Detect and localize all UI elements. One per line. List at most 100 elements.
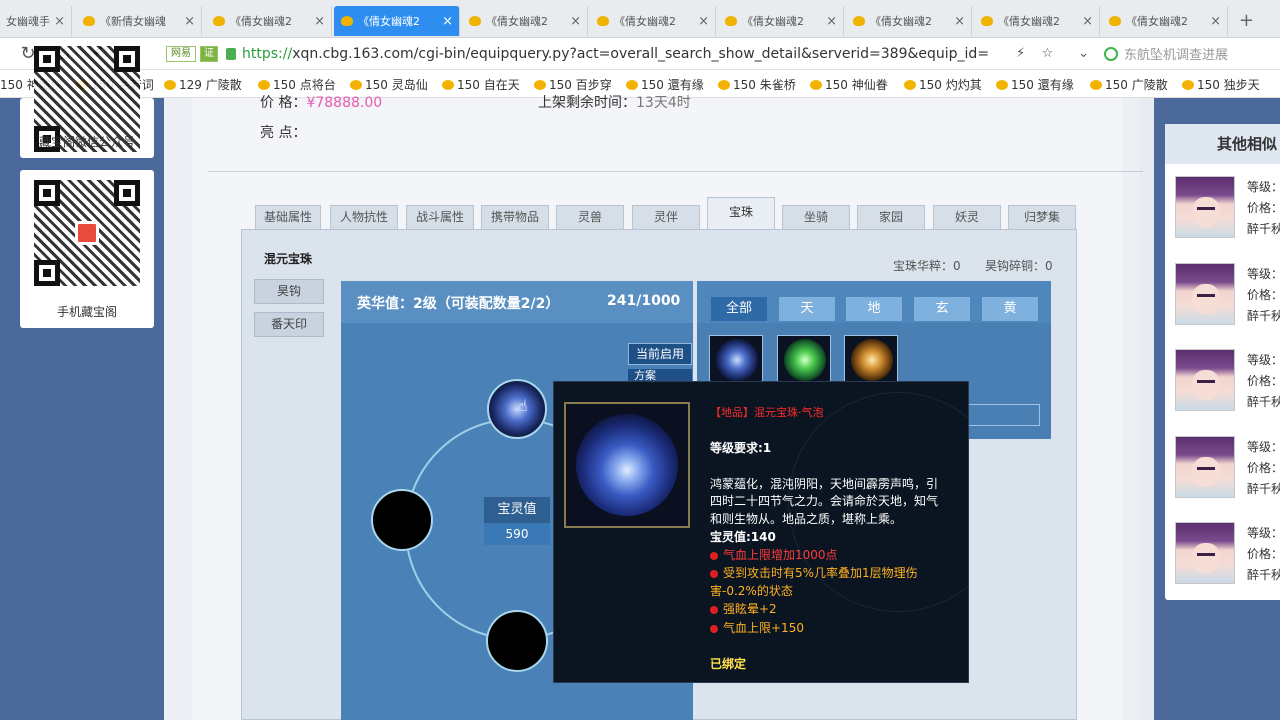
current-enabled-button[interactable]: 当前启用 (628, 343, 692, 365)
filter-tab-di[interactable]: 地 (846, 297, 902, 321)
bookmark-item[interactable]: 150 广陵散 (1090, 76, 1168, 93)
close-icon[interactable]: × (314, 14, 325, 29)
orb-item[interactable] (777, 335, 831, 385)
close-icon[interactable]: × (1210, 14, 1221, 29)
url-field[interactable]: 网易 证 https://xqn.cbg.163.com/cgi-bin/equ… (166, 42, 1066, 66)
side-tab-fantianyin[interactable]: 番天印 (254, 312, 324, 337)
new-tab-button[interactable]: + (1239, 10, 1254, 31)
browser-tab[interactable]: 《新倩女幽魂 × (76, 6, 202, 36)
close-icon[interactable]: × (698, 14, 709, 29)
browser-tab[interactable]: 《倩女幽魂2 × (590, 6, 716, 36)
tab-orbs[interactable]: 宝珠 (707, 197, 775, 229)
tab-guimeng[interactable]: 归梦集 (1008, 205, 1076, 229)
filter-tab-xuan[interactable]: 玄 (914, 297, 970, 321)
bookmark-item[interactable]: 150 還有缘 (626, 76, 704, 93)
browser-tab[interactable]: 《倩女幽魂2 × (846, 6, 972, 36)
orb-icon (576, 414, 678, 516)
tab-favicon-icon (596, 15, 610, 27)
price-value: ¥78888.00 (306, 95, 383, 111)
tab-favicon-icon (468, 15, 482, 27)
close-icon[interactable]: × (570, 14, 581, 29)
bookmark-item[interactable]: 150 還有缘 (996, 76, 1074, 93)
search-suggestion[interactable]: 东航坠机调查进展 (1104, 44, 1228, 63)
bookmark-item[interactable]: 129 广陵散 (164, 76, 242, 93)
bookmark-item[interactable]: 150 灵岛仙 (350, 76, 428, 93)
bookmark-item[interactable]: 150 灼灼其 (904, 76, 982, 93)
bookmark-item[interactable]: 150 朱雀桥 (718, 76, 796, 93)
browser-tab[interactable]: 女幽魂手 × (0, 6, 72, 36)
tab-combat[interactable]: 战斗属性 (406, 205, 474, 229)
tab-favicon-icon (852, 15, 866, 27)
close-icon[interactable]: × (54, 14, 65, 29)
similar-level: 等级： (1247, 526, 1280, 540)
bookmark-item[interactable]: 150 独步天 (1182, 76, 1260, 93)
tab-home[interactable]: 家园 (857, 205, 925, 229)
site-badge: 网易 (166, 46, 196, 62)
bookmark-item[interactable]: 150 点将台 (258, 76, 336, 93)
address-bar: ↻ ⌂ ↶ ☆ 网易 证 https://xqn.cbg.163.com/cgi… (0, 38, 1280, 70)
orb-slot-empty[interactable] (486, 610, 548, 672)
attr-text: 气血上限增加1000点 (723, 548, 838, 562)
left-sidebar: 藏宝阁微信公众号 手机藏宝阁 (0, 46, 164, 720)
similar-item[interactable]: 等级： 价格： 醉千秋 (1175, 263, 1280, 327)
close-icon[interactable]: × (1082, 14, 1093, 29)
bookmark-favicon-icon (810, 79, 822, 90)
tab-yaoling[interactable]: 妖灵 (933, 205, 1001, 229)
browser-tab[interactable]: 《倩女幽魂2 × (974, 6, 1100, 36)
bookmark-item[interactable]: 150 百步穿 (534, 76, 612, 93)
similar-level: 等级： (1247, 267, 1280, 281)
close-icon[interactable]: × (826, 14, 837, 29)
similar-item[interactable]: 等级： 价格： 醉千秋 (1175, 349, 1280, 413)
orb-slot-empty[interactable] (371, 489, 433, 551)
wechat-qr-card: 藏宝阁微信公众号 (20, 46, 154, 158)
similar-item[interactable]: 等级： 价格： 醉千秋 (1175, 176, 1280, 240)
tooltip-attr: 气血上限+150 (710, 619, 804, 636)
chevron-down-icon[interactable]: ⌄ (1078, 46, 1089, 61)
close-icon[interactable]: × (184, 14, 195, 29)
bookmark-item[interactable]: 150 神仙眷 (810, 76, 888, 93)
similar-item[interactable]: 等级： 价格： 醉千秋 (1175, 522, 1280, 586)
close-icon[interactable]: × (442, 14, 453, 29)
tab-mount[interactable]: 坐骑 (782, 205, 850, 229)
bookmark-item[interactable]: 150 自在天 (442, 76, 520, 93)
url-path: xqn.cbg.163.com/cgi-bin/equipquery.py?ac… (292, 46, 990, 62)
similar-item[interactable]: 等级： 价格： 醉千秋 (1175, 436, 1280, 500)
browser-tab[interactable]: 《倩女幽魂2 × (1102, 6, 1228, 36)
close-icon[interactable]: × (954, 14, 965, 29)
orb-item[interactable] (844, 335, 898, 385)
tab-items[interactable]: 携带物品 (481, 205, 549, 229)
side-tab-haogou[interactable]: 昊钩 (254, 279, 324, 304)
tab-resistance[interactable]: 人物抗性 (330, 205, 398, 229)
tooltip-attr: 受到攻击时有5%几率叠加1层物理伤 (710, 564, 918, 581)
mobile-qr-card: 手机藏宝阁 (20, 170, 154, 328)
filter-tab-tian[interactable]: 天 (779, 297, 835, 321)
orb-item[interactable] (709, 335, 763, 385)
browser-tab-bar: 女幽魂手 × 《新倩女幽魂 × 《倩女幽魂2 × 《倩女幽魂2 × 《倩女幽魂2 × 《倩… (0, 0, 1280, 38)
browser-tab[interactable]: 《倩女幽魂2 × (462, 6, 588, 36)
address-actions: ⚡ ☆ ⌄ (1016, 46, 1089, 61)
browser-tab-active[interactable]: 《倩女幽魂2 × (334, 6, 460, 36)
bookmark-favicon-icon (442, 79, 454, 90)
time-value: 13天4时 (636, 95, 691, 111)
bookmark-label: 150 点将台 (273, 78, 336, 92)
tab-pets[interactable]: 灵兽 (556, 205, 624, 229)
qr-caption: 手机藏宝阁 (56, 305, 117, 319)
filter-tab-all[interactable]: 全部 (711, 297, 767, 321)
bookmark-favicon-icon (1090, 79, 1102, 90)
browser-tab[interactable]: 《倩女幽魂2 × (206, 6, 332, 36)
price-row: 价 格：¥78888.00 (260, 92, 382, 112)
orb-slot-equipped[interactable] (487, 379, 547, 439)
side-tab-hunyuan[interactable]: 混元宝珠 (254, 248, 324, 273)
lightning-icon[interactable]: ⚡ (1016, 46, 1025, 61)
tab-basic[interactable]: 基础属性 (255, 205, 321, 229)
browser-tab[interactable]: 《倩女幽魂2 × (718, 6, 844, 36)
similar-server: 醉千秋 (1247, 568, 1280, 582)
tab-companion[interactable]: 灵伴 (632, 205, 700, 229)
similar-header: 其他相似 (1165, 124, 1280, 164)
bookmark-star-icon[interactable]: ☆ (1042, 46, 1054, 61)
similar-price: 价格： (1247, 288, 1280, 302)
filter-tab-huang[interactable]: 黄 (982, 297, 1038, 321)
tab-favicon-icon (82, 15, 96, 27)
tab-label: 《倩女幽魂2 (358, 15, 420, 28)
tab-label: 《新倩女幽魂 (100, 15, 166, 28)
